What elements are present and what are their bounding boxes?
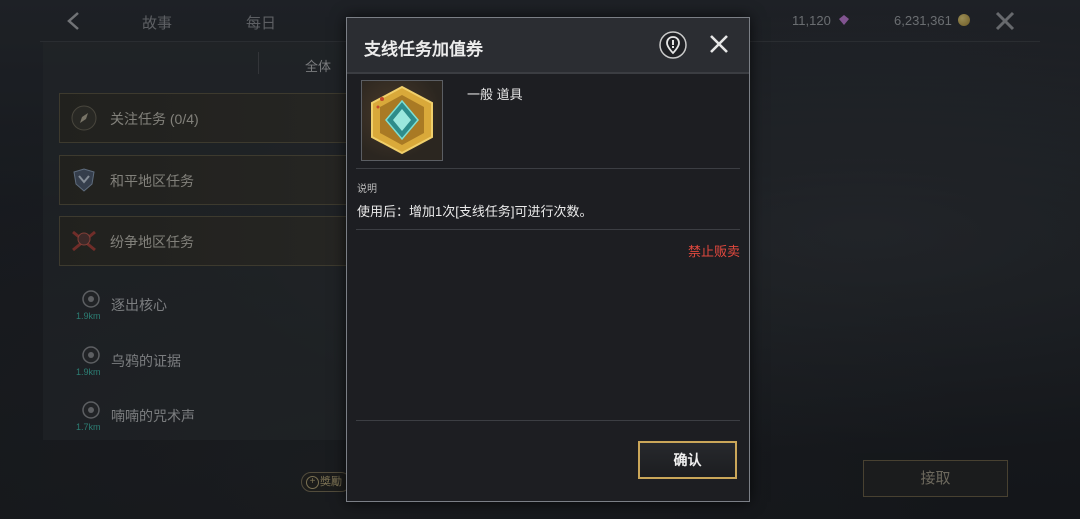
dialog-title: 支线任务加值券 — [364, 40, 483, 59]
location-info-button[interactable] — [659, 31, 687, 59]
map-pin-icon — [659, 31, 687, 59]
divider — [356, 420, 740, 421]
item-type-label: 一般 道具 — [467, 87, 523, 102]
close-icon — [710, 35, 728, 53]
sell-restriction-label: 禁止贩卖 — [687, 244, 740, 259]
dialog-close-button[interactable] — [709, 34, 729, 54]
description-text: 使用后：增加1次[支线任务]可进行次数。 — [357, 204, 593, 219]
description-heading: 说明 — [357, 184, 377, 195]
item-detail-dialog: 支线任务加值券 一般 道具 说明 使用后：增加1次[支线任务]可进行次数。 禁止… — [346, 17, 750, 502]
dialog-header: 支线任务加值券 — [347, 18, 749, 74]
divider — [356, 168, 740, 169]
divider — [356, 229, 740, 230]
quest-ticket-icon — [371, 85, 433, 155]
confirm-button[interactable]: 确认 — [638, 441, 737, 479]
item-icon-frame — [361, 80, 443, 161]
